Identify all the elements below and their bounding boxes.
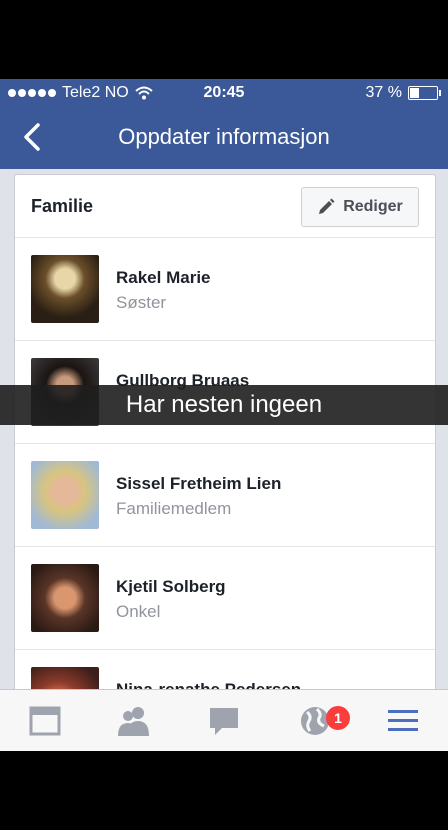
avatar (31, 461, 99, 529)
section-title: Familie (31, 196, 94, 216)
menu-icon[interactable] (385, 704, 421, 738)
edit-label: Rediger (343, 198, 403, 215)
edit-button[interactable]: Rediger (301, 187, 419, 227)
member-relation: Søster (116, 293, 167, 312)
member-relation: Onkel (116, 602, 161, 621)
page-title: Oppdater informasjon (118, 124, 330, 149)
member-name: Kjetil Solberg (116, 577, 226, 596)
pencil-icon (319, 198, 335, 214)
friend-requests-icon[interactable] (116, 704, 152, 738)
avatar (31, 564, 99, 632)
member-name: Rakel Marie (116, 268, 211, 287)
status-bar: Tele2 NO 20:45 37 % (0, 79, 448, 107)
status-right: 37 % (365, 84, 441, 102)
family-member-row[interactable]: Kjetil Solberg Onkel (15, 547, 435, 650)
news-feed-icon[interactable] (27, 704, 63, 738)
battery-percent: 37 % (365, 84, 402, 101)
navigation-bar: Oppdater informasjon (0, 107, 448, 169)
family-card: Familie Rediger Rakel Marie Søster Gullb… (14, 174, 436, 735)
notification-badge: 1 (326, 706, 350, 730)
battery-icon (408, 86, 441, 100)
tab-bar: 1 (0, 689, 448, 751)
family-member-row[interactable]: Rakel Marie Søster (15, 238, 435, 341)
caption-overlay: Har nesten ingeen (0, 385, 448, 425)
family-member-row[interactable]: Sissel Fretheim Lien Familiemedlem (15, 444, 435, 547)
member-relation: Familiemedlem (116, 499, 232, 518)
app-screen: Tele2 NO 20:45 37 % Oppdater informasjon… (0, 79, 448, 751)
avatar (31, 255, 99, 323)
messages-icon[interactable] (206, 704, 242, 738)
member-name: Sissel Fretheim Lien (116, 474, 282, 493)
family-header: Familie Rediger (15, 175, 435, 238)
